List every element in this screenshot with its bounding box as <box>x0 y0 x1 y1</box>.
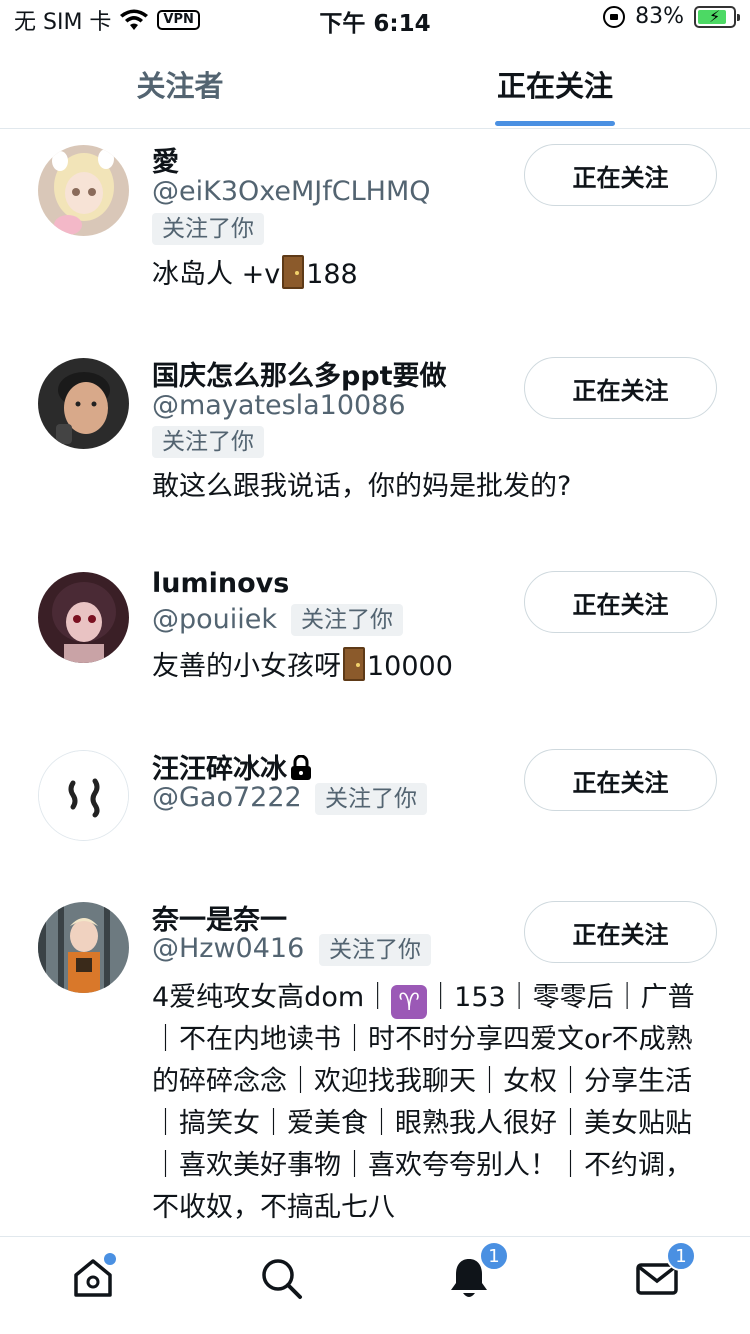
notifications-tab[interactable]: 1 <box>446 1241 509 1305</box>
aries-icon: ♈ <box>391 985 428 1019</box>
user-bio: 4爱纯攻女高dom｜ ♈ ｜153｜零零后｜广普｜不在内地读书｜时不时分享四爱文or… <box>152 977 717 1229</box>
messages-badge: 1 <box>666 1241 696 1271</box>
follows-you-badge: 关注了你 <box>319 934 431 966</box>
messages-tab[interactable]: 1 <box>634 1241 696 1305</box>
avatar[interactable] <box>38 902 129 993</box>
following-button[interactable]: 正在关注 <box>524 901 717 963</box>
bottom-nav: 1 1 <box>0 1236 750 1334</box>
search-tab[interactable] <box>258 1255 308 1305</box>
user-name[interactable]: 奈一是奈一 <box>152 898 287 937</box>
list-item[interactable]: 奈一是奈一 @Hzw0416 关注了你 4爱纯攻女高dom｜ ♈ ｜153｜零零后｜… <box>0 0 750 1236</box>
search-icon <box>262 1259 302 1299</box>
home-new-dot <box>104 1253 116 1265</box>
bio-text: 4爱纯攻女高dom｜ <box>152 982 392 1013</box>
home-tab[interactable] <box>70 1253 120 1305</box>
notifications-badge: 1 <box>479 1241 509 1271</box>
bio-text: ｜153｜零零后｜广普｜不在内地读书｜时不时分享四爱文or不成熟的碎碎念念｜欢迎… <box>152 982 695 1223</box>
user-list: 愛 @eiK3OxeMJfCLHMQ 关注了你 冰岛人 +v 188 正在关注 国… <box>0 0 750 1236</box>
user-handle: @Hzw0416 <box>152 933 305 964</box>
